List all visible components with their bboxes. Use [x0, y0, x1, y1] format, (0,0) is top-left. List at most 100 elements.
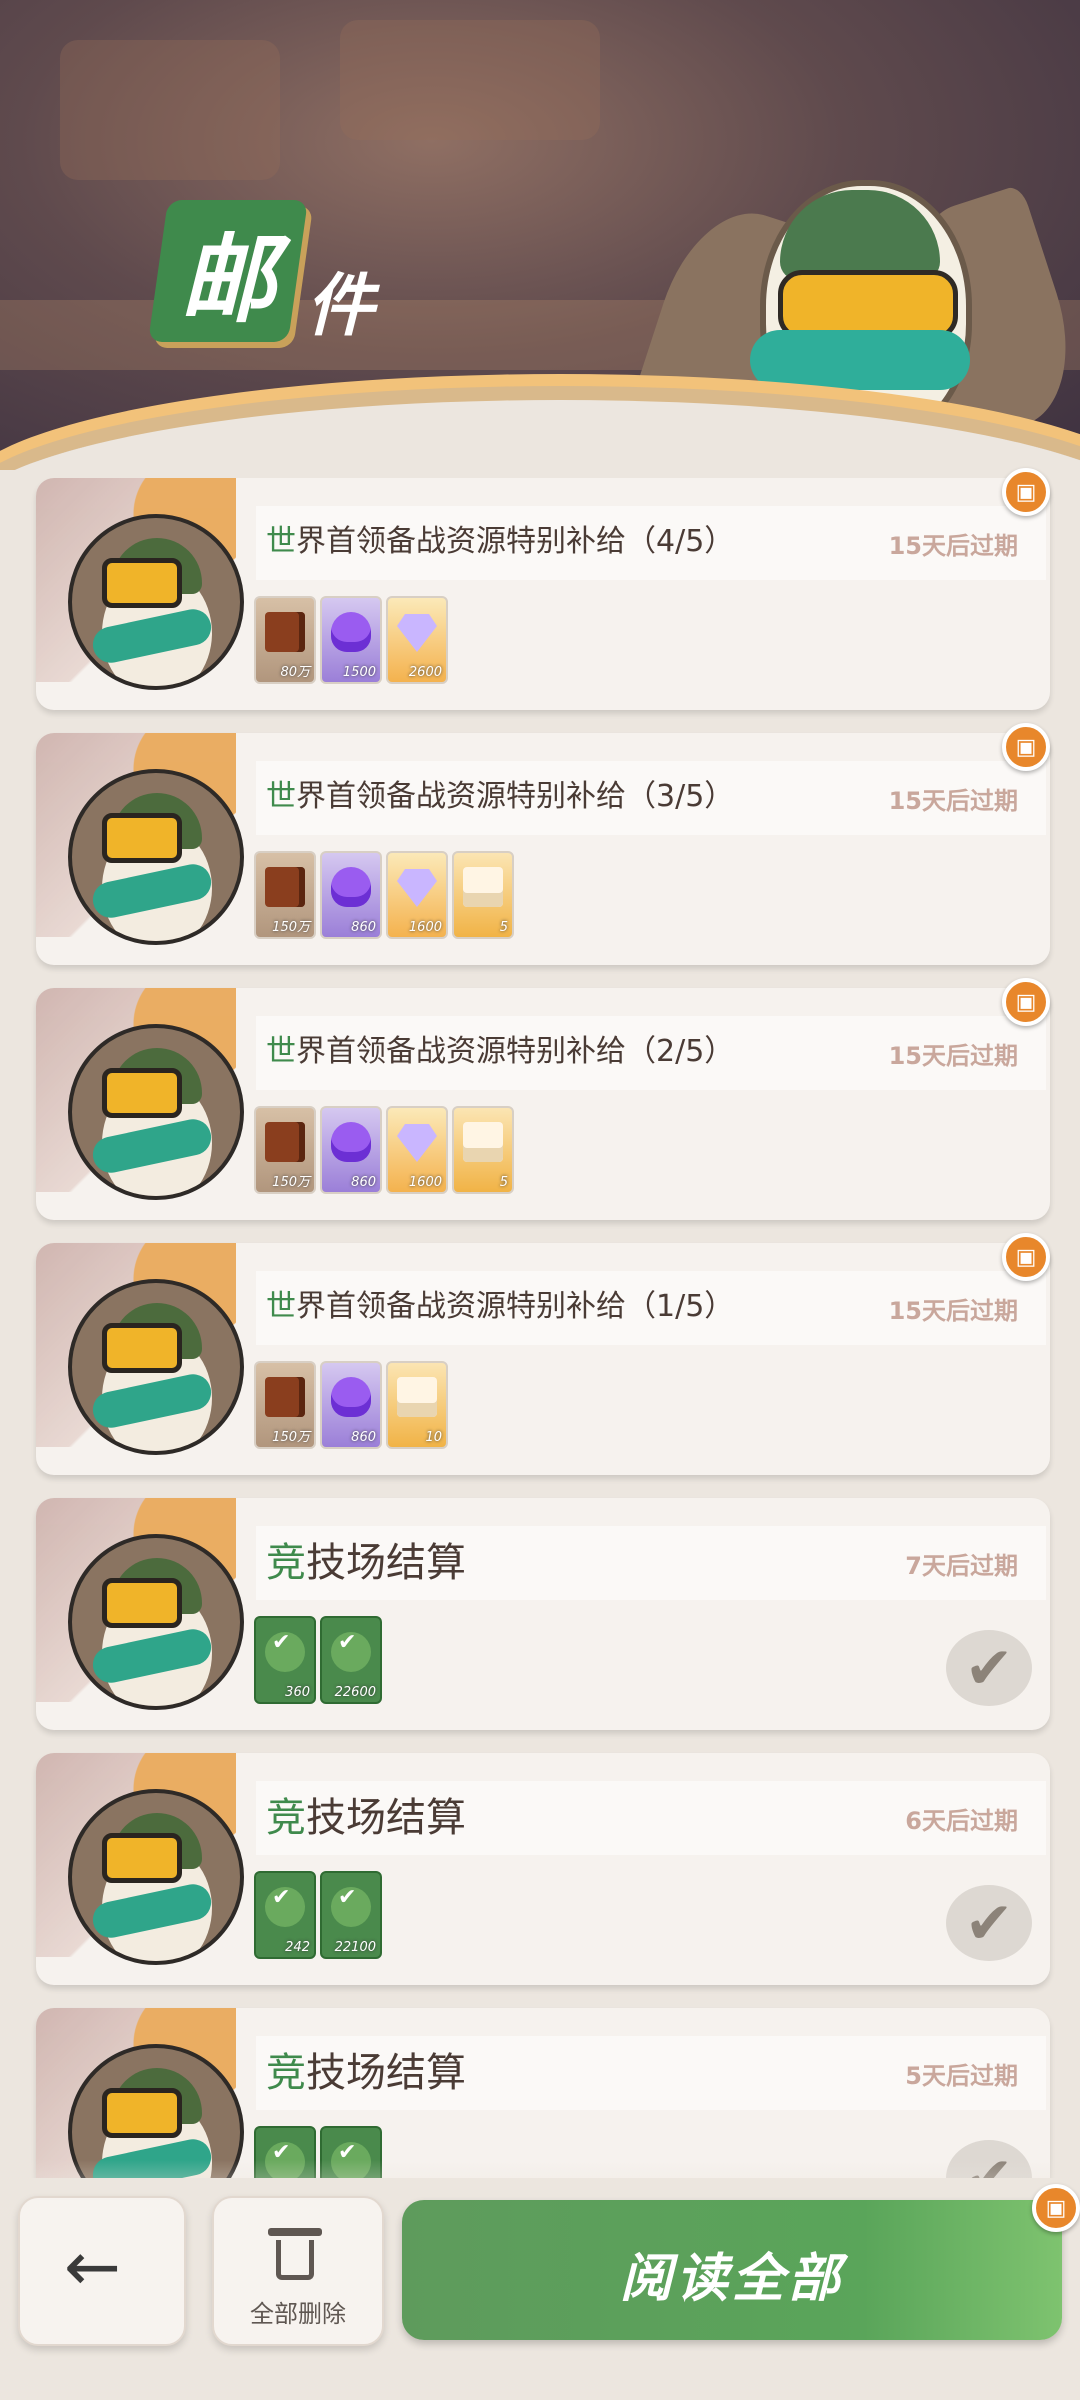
back-button[interactable]: ←	[18, 2196, 186, 2346]
mail-title-first-char: 世	[266, 524, 296, 559]
mail-item[interactable]: 世界首领备战资源特别补给（4/5） 15天后过期 80万 1500 2600	[36, 478, 1050, 710]
read-check-icon: ✔	[946, 1630, 1032, 1706]
gift-icon: ▣	[1002, 723, 1050, 771]
mail-title-rest: 技场结算	[306, 1540, 466, 1586]
attachment-book[interactable]: 80万	[254, 596, 316, 684]
attachment-quantity: 860	[351, 920, 376, 935]
check-icon: ✔	[272, 1630, 291, 1655]
mail-title-rest: 界首领备战资源特别补给（3/5）	[296, 779, 735, 814]
attachment-gem[interactable]: 1600	[386, 851, 448, 939]
avatar-part	[102, 1578, 182, 1628]
mail-expire-text: 7天后过期	[905, 1552, 1018, 1580]
attachment-quantity: 860	[351, 1430, 376, 1445]
mail-title-rest: 界首领备战资源特别补给（1/5）	[296, 1289, 735, 1324]
attachment-token[interactable]: ✔ 360	[254, 1616, 316, 1704]
mail-title: 世界首领备战资源特别补给（1/5）	[266, 1281, 734, 1325]
attachment-quantity: 150万	[272, 920, 310, 935]
sender-avatar	[68, 1024, 244, 1200]
mail-item[interactable]: 竞技场结算 6天后过期 ✔ 242 ✔ 22100 ✔	[36, 1753, 1050, 1985]
gem-icon	[397, 869, 437, 907]
attachment-list: 150万 860 10	[254, 1361, 448, 1449]
mail-item[interactable]: 世界首领备战资源特别补给（3/5） 15天后过期 150万 860 1600 5	[36, 733, 1050, 965]
check-icon: ✔	[338, 1630, 357, 1655]
mail-title-first-char: 竞	[266, 1795, 306, 1841]
letter-icon	[397, 1377, 437, 1417]
mail-expire-text: 15天后过期	[888, 1042, 1018, 1070]
attachment-gem[interactable]: 2600	[386, 596, 448, 684]
mail-title-first-char: 世	[266, 1034, 296, 1069]
mail-title-rest: 界首领备战资源特别补给（4/5）	[296, 524, 735, 559]
attachment-quantity: 150万	[272, 1430, 310, 1445]
mail-item[interactable]: 世界首领备战资源特别补给（1/5） 15天后过期 150万 860 10	[36, 1243, 1050, 1475]
avatar-part	[102, 1068, 182, 1118]
delete-all-label: 全部删除	[250, 2300, 346, 2328]
gem-icon	[397, 614, 437, 652]
book-icon	[265, 612, 305, 652]
mail-list[interactable]: 世界首领备战资源特别补给（4/5） 15天后过期 80万 1500 2600 世界首领备战…	[0, 478, 1080, 2178]
page-title-main: 邮	[180, 223, 276, 336]
attachment-letter[interactable]: 10	[386, 1361, 448, 1449]
mail-item[interactable]: 世界首领备战资源特别补给（2/5） 15天后过期 150万 860 1600 5	[36, 988, 1050, 1220]
owl-scarf	[750, 330, 970, 390]
mail-title-first-char: 世	[266, 779, 296, 814]
read-all-button[interactable]: 阅读全部	[402, 2200, 1062, 2340]
book-icon	[265, 867, 305, 907]
attachment-quantity: 22100	[334, 1940, 376, 1955]
attachment-book[interactable]: 150万	[254, 1106, 316, 1194]
mail-title-first-char: 竞	[266, 2050, 306, 2096]
mail-title-rest: 技场结算	[306, 2050, 466, 2096]
attachment-book[interactable]: 150万	[254, 851, 316, 939]
attachment-list: 80万 1500 2600	[254, 596, 448, 684]
attachment-potion[interactable]: 860	[320, 1361, 382, 1449]
attachment-quantity: 1600	[408, 1175, 442, 1190]
attachment-book[interactable]: 150万	[254, 1361, 316, 1449]
attachment-gem[interactable]: 1600	[386, 1106, 448, 1194]
mail-title-first-char: 世	[266, 1289, 296, 1324]
avatar-part	[102, 558, 182, 608]
gift-icon: ▣	[1002, 468, 1050, 516]
mail-expire-text: 5天后过期	[905, 2062, 1018, 2090]
book-icon	[265, 1377, 305, 1417]
attachment-token[interactable]: ✔ 22600	[320, 1616, 382, 1704]
attachment-potion[interactable]: 1500	[320, 596, 382, 684]
read-all-label: 阅读全部	[619, 2249, 844, 2309]
sender-avatar	[68, 769, 244, 945]
attachment-quantity: 10	[425, 1430, 442, 1445]
sender-avatar	[68, 1789, 244, 1965]
read-check-icon: ✔	[946, 1885, 1032, 1961]
potion-icon	[331, 1122, 371, 1162]
attachment-letter[interactable]: 5	[452, 1106, 514, 1194]
mail-expire-text: 15天后过期	[888, 787, 1018, 815]
attachment-quantity: 2600	[408, 665, 442, 680]
background-shelf	[60, 40, 280, 180]
page-title-sub: 件	[306, 267, 375, 346]
gem-icon	[397, 1124, 437, 1162]
attachment-potion[interactable]: 860	[320, 851, 382, 939]
attachment-letter[interactable]: 5	[452, 851, 514, 939]
mail-item[interactable]: 竞技场结算5天后过期✔✔✔	[36, 2008, 1050, 2178]
attachment-token[interactable]: ✔ 242	[254, 1871, 316, 1959]
mail-item[interactable]: 竞技场结算 7天后过期 ✔ 360 ✔ 22600 ✔	[36, 1498, 1050, 1730]
check-icon: ✔	[272, 1885, 291, 1910]
mail-title-first-char: 竞	[266, 1540, 306, 1586]
page-title-badge: 邮	[148, 200, 308, 342]
attachment-quantity: 150万	[272, 1175, 310, 1190]
attachment-potion[interactable]: 860	[320, 1106, 382, 1194]
letter-icon	[463, 1122, 503, 1162]
trash-icon	[268, 2228, 322, 2280]
mail-title: 竞技场结算	[266, 2040, 466, 2098]
back-arrow-icon: ←	[64, 2228, 121, 2307]
gift-icon: ▣	[1032, 2184, 1080, 2232]
avatar-part	[102, 813, 182, 863]
mail-title: 世界首领备战资源特别补给（4/5）	[266, 516, 734, 560]
attachment-quantity: 80万	[280, 665, 310, 680]
mail-title: 世界首领备战资源特别补给（3/5）	[266, 771, 734, 815]
gift-icon: ▣	[1002, 978, 1050, 1026]
mail-title: 竞技场结算	[266, 1530, 466, 1588]
delete-all-button[interactable]: 全部删除	[212, 2196, 384, 2346]
attachment-list: ✔ 242 ✔ 22100	[254, 1871, 382, 1959]
mail-header: 邮 件	[0, 0, 1080, 470]
mail-expire-text: 15天后过期	[888, 1297, 1018, 1325]
attachment-token[interactable]: ✔ 22100	[320, 1871, 382, 1959]
mail-expire-text: 6天后过期	[905, 1807, 1018, 1835]
